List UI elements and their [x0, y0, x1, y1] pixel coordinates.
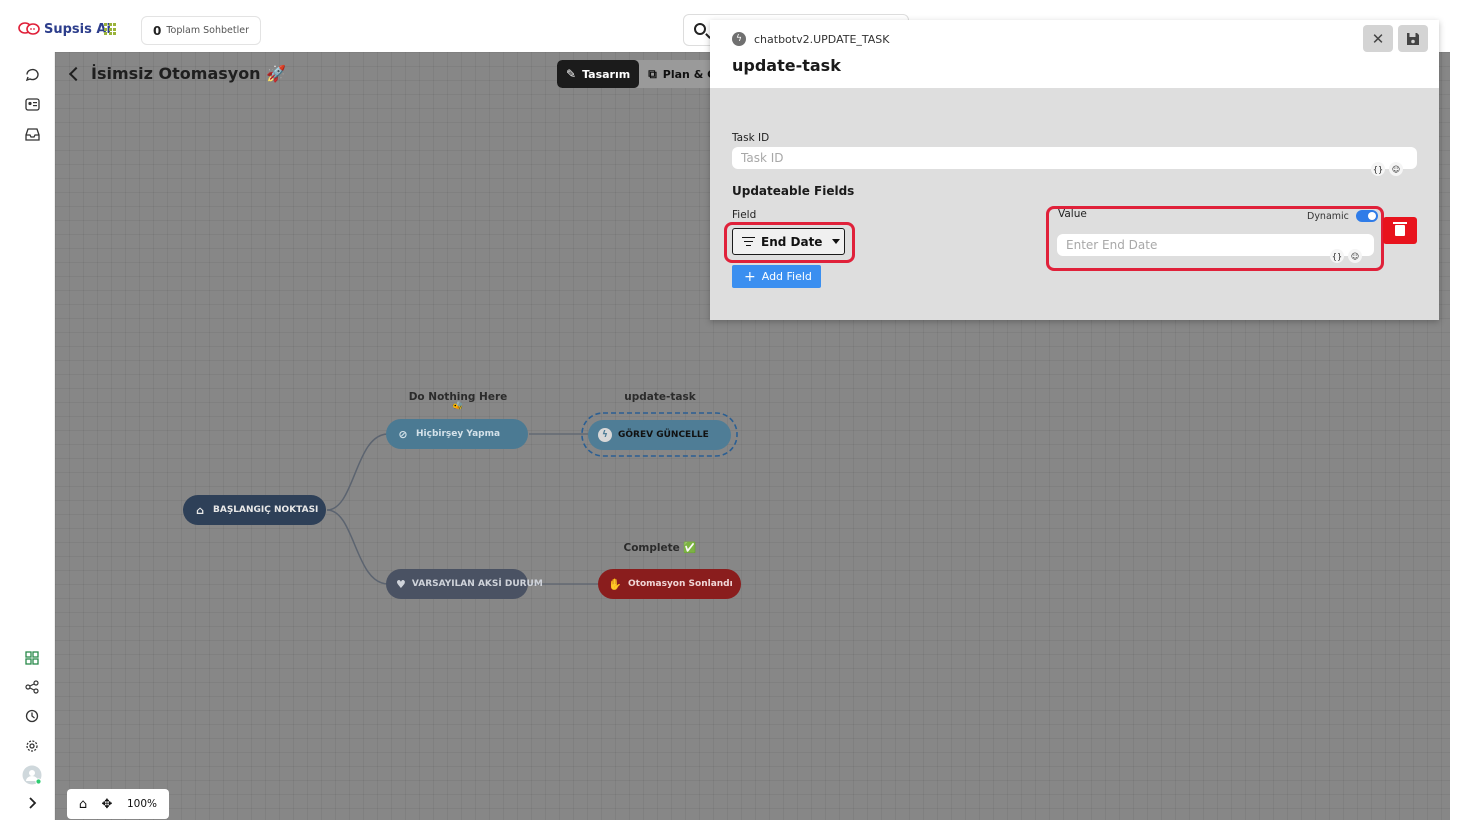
contact-card-icon[interactable] [24, 96, 40, 112]
do-nothing-label: Do Nothing Here 🐝 [408, 391, 508, 412]
dynamic-label: Dynamic [1307, 210, 1349, 222]
home-view-icon[interactable]: ⌂ [71, 789, 95, 819]
update-task-node-text: GÖREV GÜNCELLE [618, 430, 709, 440]
app-name: Supsis Ai [44, 21, 111, 37]
updateable-fields-title: Updateable Fields [732, 184, 855, 198]
total-chats-counter[interactable]: 0 Toplam Sohbetler [141, 16, 261, 45]
add-field-label: Add Field [761, 270, 812, 283]
search-icon [694, 23, 706, 35]
inbox-icon[interactable] [24, 126, 40, 142]
bolt-icon: ϟ [732, 32, 746, 46]
apps-grid-icon[interactable] [104, 23, 116, 35]
variable-braces-icon[interactable]: {} [1330, 249, 1344, 263]
chats-label: Toplam Sohbetler [166, 25, 249, 36]
user-avatar[interactable] [22, 765, 42, 785]
handshake-off-icon: ⊘ [398, 427, 408, 441]
bolt-icon: ϟ [598, 428, 612, 442]
home-icon: ⌂ [196, 503, 204, 517]
emoji-icon[interactable]: ☺ [1389, 162, 1403, 176]
dynamic-toggle-group: Dynamic [1307, 210, 1378, 222]
node-settings-panel: ϟ chatbotv2.UPDATE_TASK update-task ✕ Ta… [710, 20, 1439, 320]
chats-count: 0 [153, 23, 162, 38]
do-nothing-node-text: Hiçbirşey Yapma [416, 429, 501, 439]
expand-sidebar-icon[interactable] [24, 795, 40, 811]
node-type: ϟ chatbotv2.UPDATE_TASK [732, 32, 890, 46]
share-icon[interactable] [24, 679, 40, 695]
close-icon: ✕ [1371, 29, 1385, 48]
dashboard-grid-icon[interactable] [24, 650, 40, 666]
panel-header: ϟ chatbotv2.UPDATE_TASK update-task ✕ [710, 20, 1439, 88]
add-field-button[interactable]: + Add Field [732, 265, 821, 288]
field-select-button[interactable]: End Date [732, 228, 845, 255]
complete-label: Complete ✅ [623, 542, 697, 554]
settings-gear-icon[interactable] [24, 738, 40, 754]
zoom-level: 100% [127, 798, 158, 810]
left-sidebar [10, 52, 55, 820]
end-node[interactable]: ✋ Otomasyon Sonlandı [598, 569, 741, 599]
default-node[interactable]: ♥ VARSAYILAN AKSİ DURUM [386, 569, 543, 599]
field-label: Field [732, 209, 757, 221]
start-node[interactable]: ⌂ BAŞLANGIÇ NOKTASI [183, 495, 326, 525]
task-id-input-tools: {} ☺ [1371, 162, 1403, 176]
task-id-input[interactable] [732, 147, 1417, 169]
plus-icon: + [744, 268, 756, 285]
emoji-icon[interactable]: ☺ [1348, 249, 1362, 263]
filter-icon [742, 236, 755, 247]
zoom-toolbar: ⌂ ✥ 100% [67, 789, 169, 819]
app-logo[interactable]: Supsis Ai [18, 21, 111, 37]
variable-braces-icon[interactable]: {} [1371, 162, 1385, 176]
dynamic-toggle[interactable] [1355, 210, 1378, 222]
trash-icon [1393, 222, 1407, 236]
panel-title: update-task [732, 56, 841, 75]
history-icon[interactable] [24, 708, 40, 724]
caret-down-icon [832, 239, 841, 244]
logo-icon [18, 22, 40, 35]
delete-field-button[interactable] [1383, 217, 1417, 244]
update-task-node[interactable]: ϟ GÖREV GÜNCELLE [588, 420, 731, 450]
value-input-tools: {} ☺ [1330, 249, 1362, 263]
value-input[interactable] [1057, 234, 1374, 256]
save-button[interactable] [1398, 25, 1428, 52]
end-node-text: Otomasyon Sonlandı [628, 579, 733, 589]
field-select-value: End Date [761, 234, 823, 249]
app-window: Supsis Ai 0 Toplam Sohbetler İsimsiz Oto… [10, 10, 1450, 820]
start-node-text: BAŞLANGIÇ NOKTASI [213, 505, 319, 515]
value-label: Value [1058, 208, 1087, 220]
fit-view-icon[interactable]: ✥ [95, 789, 119, 819]
chat-bubble-icon[interactable] [24, 66, 40, 82]
do-nothing-node[interactable]: ⊘ Hiçbirşey Yapma [386, 419, 528, 449]
node-type-text: chatbotv2.UPDATE_TASK [754, 32, 890, 46]
save-disk-icon [1407, 32, 1419, 45]
wave-hand-icon: ✋ [608, 577, 622, 591]
update-task-label: update-task [624, 391, 696, 403]
default-node-text: VARSAYILAN AKSİ DURUM [411, 579, 543, 589]
close-button[interactable]: ✕ [1363, 25, 1393, 52]
task-id-label: Task ID [732, 132, 770, 144]
broken-heart-icon: ♥ [396, 577, 406, 591]
